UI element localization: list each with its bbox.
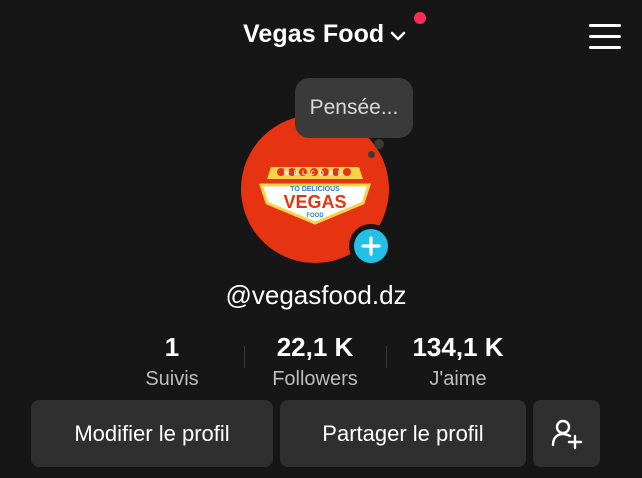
profile-page: Vegas Food WELCOME TO DELICIOUS VEGAS FO… <box>0 0 642 478</box>
stat-followers-value: 22,1 K <box>276 332 354 362</box>
stat-divider <box>386 346 387 368</box>
username: @vegasfood.dz <box>225 280 407 310</box>
stat-following-label: Suivis <box>145 368 199 390</box>
stat-following[interactable]: 1 Suivis <box>132 332 212 391</box>
account-name: Vegas Food <box>243 20 385 48</box>
thought-bubble-dot <box>374 139 384 149</box>
stat-divider <box>244 346 245 368</box>
stat-likes-value: 134,1 K <box>412 332 504 362</box>
account-switcher[interactable]: Vegas Food <box>243 20 406 49</box>
edit-profile-button[interactable]: Modifier le profil <box>31 400 273 467</box>
svg-text:VEGAS: VEGAS <box>283 192 346 212</box>
stat-likes[interactable]: 134,1 K J'aime <box>398 332 518 391</box>
share-profile-button[interactable]: Partager le profil <box>280 400 526 467</box>
stat-likes-label: J'aime <box>429 368 487 390</box>
stat-followers[interactable]: 22,1 K Followers <box>255 332 375 391</box>
plus-icon <box>361 236 381 256</box>
notification-dot <box>414 12 426 24</box>
thought-bubble-dot <box>368 151 375 158</box>
thought-bubble[interactable]: Pensée... <box>295 78 413 138</box>
edit-profile-label: Modifier le profil <box>74 420 230 446</box>
stat-followers-label: Followers <box>272 368 358 390</box>
svg-text:WELCOME: WELCOME <box>284 171 347 177</box>
add-user-icon <box>551 419 582 449</box>
thought-bubble-text: Pensée... <box>309 96 399 119</box>
chevron-down-icon <box>391 31 406 40</box>
share-profile-label: Partager le profil <box>322 420 484 446</box>
hamburger-menu-icon[interactable] <box>589 24 621 50</box>
svg-text:FOOD: FOOD <box>306 213 324 219</box>
add-friends-button[interactable] <box>533 400 600 467</box>
stat-following-value: 1 <box>164 332 180 362</box>
add-avatar-button[interactable] <box>349 224 393 268</box>
